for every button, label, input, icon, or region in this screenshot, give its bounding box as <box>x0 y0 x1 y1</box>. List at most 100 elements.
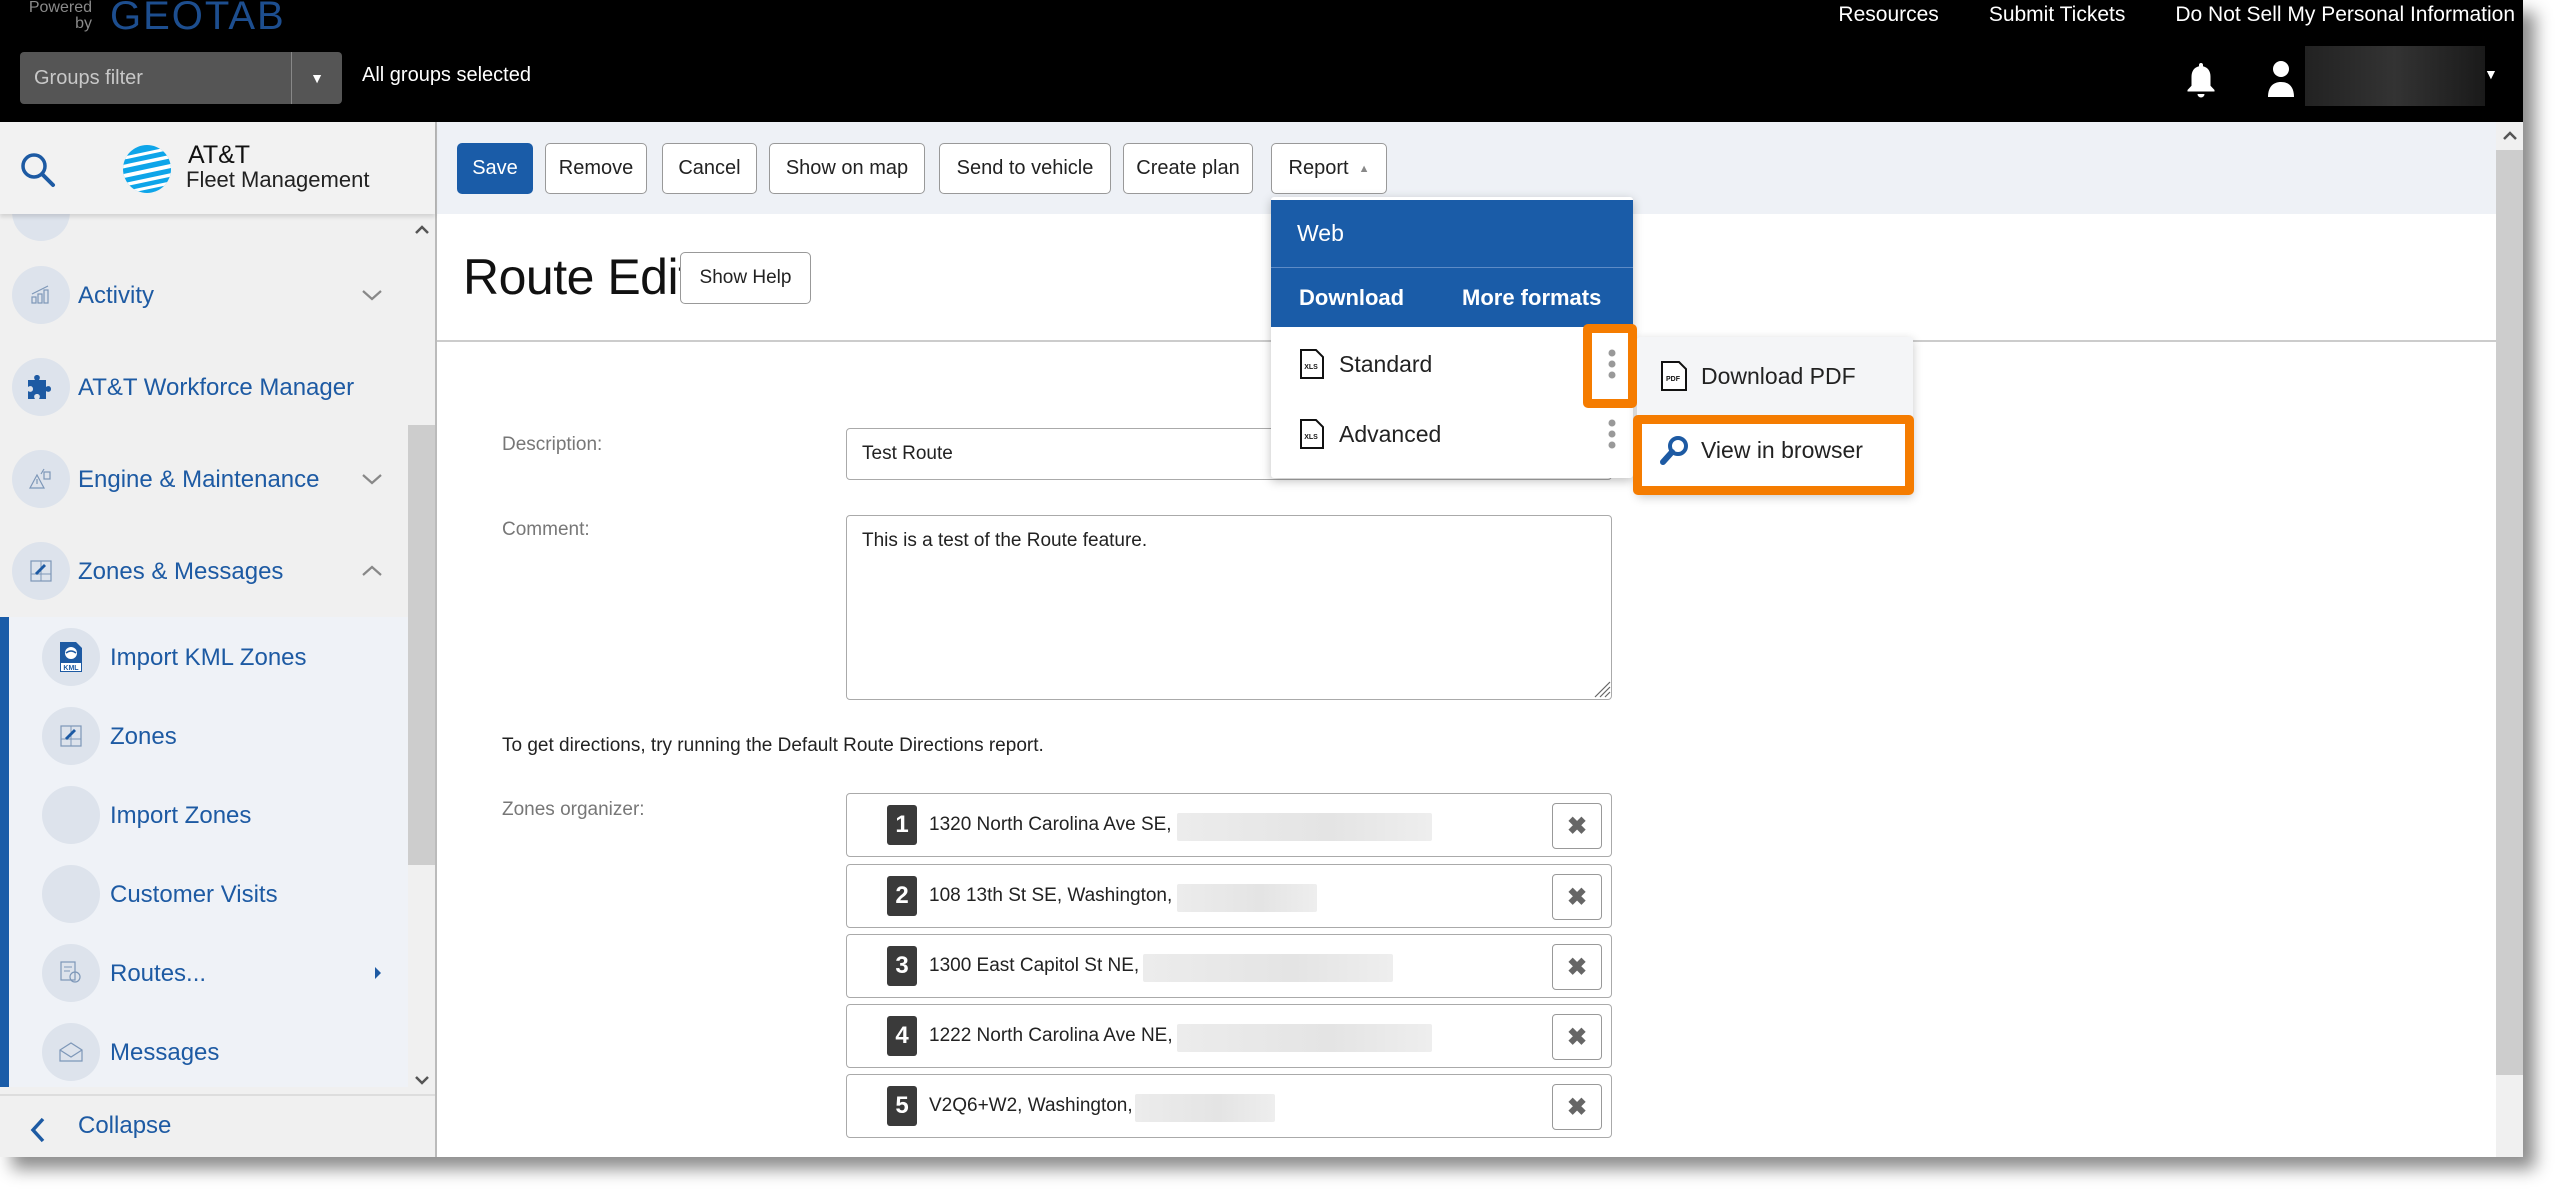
save-button[interactable]: Save <box>457 143 533 194</box>
zone-row[interactable]: 2 108 13th St SE, Washington, ✖ <box>846 864 1612 928</box>
sidebar-scroll-down-icon[interactable] <box>412 1070 432 1090</box>
do-not-sell-link[interactable]: Do Not Sell My Personal Information <box>2175 3 2515 27</box>
sidebar-subitem-label: Customer Visits <box>110 881 278 908</box>
zone-address-redacted <box>1143 954 1393 982</box>
sidebar-subitem-customer-visits[interactable]: Customer Visits <box>0 854 408 934</box>
report-submenu: PDF Download PDF View in browser <box>1637 337 1913 494</box>
chevron-down-icon <box>362 474 382 485</box>
remove-zone-button[interactable]: ✖ <box>1552 944 1602 990</box>
view-in-browser-option[interactable]: View in browser <box>1637 419 1913 489</box>
zone-address-redacted <box>1177 884 1317 912</box>
zones-messages-icon-wrap <box>12 542 70 600</box>
zones-organizer-label: Zones organizer: <box>502 799 645 820</box>
report-dropdown: Web Download More formats XLS Standard X… <box>1271 197 1633 478</box>
create-plan-button[interactable]: Create plan <box>1123 143 1253 194</box>
kml-icon-wrap: KML <box>42 628 100 686</box>
engine-icon-wrap <box>12 450 70 508</box>
zone-row[interactable]: 1 1320 North Carolina Ave SE, ✖ <box>846 793 1612 857</box>
zone-address: 108 13th St SE, Washington, <box>929 885 1173 906</box>
main-scroll-up-icon[interactable] <box>2500 126 2520 146</box>
sidebar-nav: Activity AT&T Workforce Manager Engine &… <box>0 214 408 1094</box>
submenu-option-label: View in browser <box>1701 437 1863 463</box>
main-scrollbar-thumb[interactable] <box>2496 150 2523 1075</box>
page-title: Route Edit <box>463 249 692 305</box>
kebab-menu-icon[interactable] <box>1604 418 1620 450</box>
tab-download[interactable]: Download <box>1299 285 1404 311</box>
sidebar-item-zones-messages[interactable]: Zones & Messages <box>0 531 408 611</box>
user-icon[interactable] <box>2266 60 2296 98</box>
sidebar-item-workforce-manager[interactable]: AT&T Workforce Manager <box>0 347 408 427</box>
nav-partial-item-icon <box>12 214 70 241</box>
remove-zone-button[interactable]: ✖ <box>1552 1084 1602 1130</box>
report-button-label: Report <box>1288 157 1349 179</box>
sidebar-subitem-zones[interactable]: Zones <box>0 696 408 776</box>
sidebar-header: AT&T Fleet Management <box>0 122 435 214</box>
sidebar-collapse[interactable]: Collapse <box>0 1094 435 1157</box>
sidebar-subitem-messages[interactable]: Messages <box>0 1012 408 1092</box>
zone-address: 1222 North Carolina Ave NE, <box>929 1025 1173 1046</box>
groups-filter-input[interactable]: Groups filter <box>20 67 291 90</box>
puzzle-icon <box>28 375 51 399</box>
resize-grip-icon[interactable] <box>1591 678 1611 698</box>
envelope-icon <box>59 1042 83 1062</box>
sidebar-scrollbar-thumb[interactable] <box>408 425 435 865</box>
collapse-label: Collapse <box>78 1112 172 1139</box>
bell-icon[interactable] <box>2184 60 2218 100</box>
report-standard-option[interactable]: XLS Standard <box>1271 329 1633 399</box>
sidebar-item-label: Zones & Messages <box>78 558 284 585</box>
tab-more-formats[interactable]: More formats <box>1462 285 1601 311</box>
comment-textarea[interactable]: This is a test of the Route feature. <box>846 515 1612 700</box>
search-icon[interactable] <box>18 150 58 190</box>
remove-button[interactable]: Remove <box>545 143 647 194</box>
groups-filter[interactable]: Groups filter ▼ <box>20 52 342 104</box>
sidebar-item-activity[interactable]: Activity <box>0 255 408 335</box>
svg-text:XLS: XLS <box>1304 364 1318 371</box>
show-help-button[interactable]: Show Help <box>680 252 811 304</box>
svg-text:XLS: XLS <box>1304 434 1318 441</box>
report-button[interactable]: Report ▲ <box>1271 143 1387 194</box>
download-pdf-option[interactable]: PDF Download PDF <box>1637 341 1913 411</box>
svg-text:KML: KML <box>63 665 79 672</box>
geotab-logo: GEOTAB <box>110 0 286 38</box>
zone-row[interactable]: 5 V2Q6+W2, Washington, ✖ <box>846 1074 1612 1138</box>
groups-filter-dropdown-icon[interactable]: ▼ <box>292 70 342 86</box>
chevron-left-icon <box>30 1117 45 1143</box>
sidebar-item-label: Engine & Maintenance <box>78 466 320 493</box>
kebab-menu-icon[interactable] <box>1604 348 1620 380</box>
zone-row[interactable]: 4 1222 North Carolina Ave NE, ✖ <box>846 1004 1612 1068</box>
submit-tickets-link[interactable]: Submit Tickets <box>1989 3 2126 27</box>
zone-row[interactable]: 3 1300 East Capitol St NE, ✖ <box>846 934 1612 998</box>
sidebar-subitem-label: Routes... <box>110 960 207 987</box>
zones-icon-wrap <box>42 707 100 765</box>
activity-chart-icon <box>31 285 49 304</box>
app-window: Powered by GEOTAB Groups filter ▼ All gr… <box>0 0 2523 1157</box>
top-header: Powered by GEOTAB Groups filter ▼ All gr… <box>0 0 2523 122</box>
report-advanced-option[interactable]: XLS Advanced <box>1271 399 1633 469</box>
sidebar-subitem-routes[interactable]: Routes... <box>0 933 408 1013</box>
kml-file-icon: KML <box>60 642 82 672</box>
remove-zone-button[interactable]: ✖ <box>1552 803 1602 849</box>
customer-visits-icon <box>42 865 100 923</box>
report-format-tabs: Download More formats <box>1271 268 1633 327</box>
sidebar-subitem-label: Import KML Zones <box>110 644 307 671</box>
sidebar-item-engine-maintenance[interactable]: Engine & Maintenance <box>0 439 408 519</box>
route-icon <box>60 961 81 983</box>
zone-address: 1300 East Capitol St NE, <box>929 955 1140 976</box>
att-logo-title: AT&T <box>188 141 251 169</box>
report-web-option[interactable]: Web <box>1271 200 1633 268</box>
sidebar-subitem-import-kml-zones[interactable]: KML Import KML Zones <box>0 617 408 697</box>
sidebar-subitem-import-zones[interactable]: Import Zones <box>0 775 408 855</box>
magnifier-icon <box>1660 436 1688 465</box>
user-name-redacted[interactable] <box>2305 46 2485 106</box>
xls-file-icon: XLS <box>1300 349 1324 379</box>
user-menu-caret-icon[interactable]: ▼ <box>2484 66 2498 82</box>
top-links: Resources Submit Tickets Do Not Sell My … <box>1838 3 2515 27</box>
resources-link[interactable]: Resources <box>1838 3 1938 27</box>
remove-zone-button[interactable]: ✖ <box>1552 1014 1602 1060</box>
remove-zone-button[interactable]: ✖ <box>1552 874 1602 920</box>
powered-by-label: Powered by <box>28 0 92 32</box>
sidebar-scroll-up-icon[interactable] <box>412 220 432 240</box>
send-to-vehicle-button[interactable]: Send to vehicle <box>939 143 1111 194</box>
cancel-button[interactable]: Cancel <box>662 143 757 194</box>
show-on-map-button[interactable]: Show on map <box>769 143 925 194</box>
